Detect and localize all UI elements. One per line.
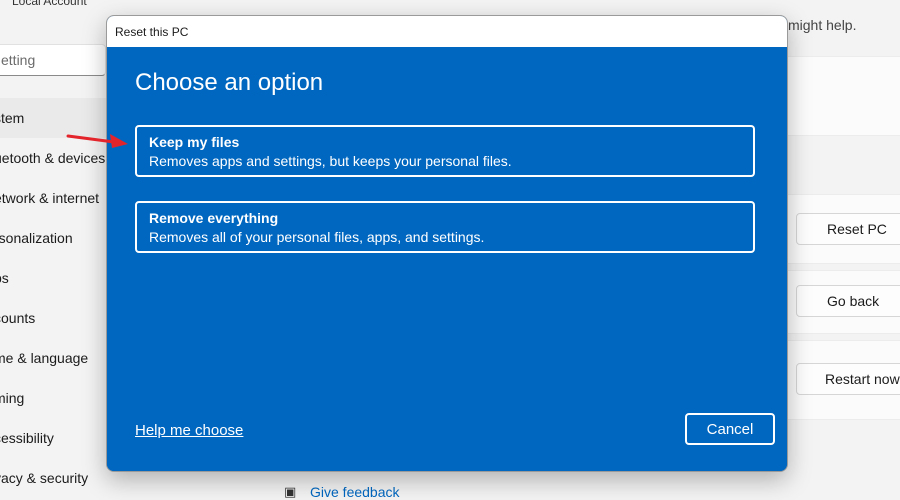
option-title: Remove everything	[149, 210, 279, 226]
nav-item-accounts[interactable]: counts	[0, 298, 110, 338]
dialog-heading: Choose an option	[135, 69, 324, 96]
nav-item-network[interactable]: etwork & internet	[0, 178, 110, 218]
give-feedback-link[interactable]: ▣ Give feedback	[284, 484, 400, 500]
dialog-title: Reset this PC	[115, 24, 189, 39]
restart-now-button[interactable]: Restart now	[796, 363, 900, 395]
nav-item-gaming[interactable]: ming	[0, 378, 110, 418]
keep-my-files-option[interactable]: Keep my files Removes apps and settings,…	[135, 125, 755, 177]
reset-pc-button[interactable]: Reset PC	[796, 213, 900, 245]
go-back-button[interactable]: Go back	[796, 285, 900, 317]
settings-nav: stem uetooth & devices etwork & internet…	[0, 98, 110, 498]
give-feedback-label: Give feedback	[310, 484, 400, 500]
account-label: Local Account	[12, 0, 87, 8]
feedback-icon: ▣	[284, 484, 297, 499]
nav-item-apps[interactable]: ps	[0, 258, 110, 298]
remove-everything-option[interactable]: Remove everything Removes all of your pe…	[135, 201, 755, 253]
dialog-content: Choose an option Keep my files Removes a…	[107, 47, 787, 471]
nav-item-personalization[interactable]: rsonalization	[0, 218, 110, 258]
cancel-button[interactable]: Cancel	[685, 413, 775, 445]
nav-item-time-language[interactable]: me & language	[0, 338, 110, 378]
help-me-choose-link[interactable]: Help me choose	[135, 422, 243, 439]
reset-pc-dialog: Reset this PC Choose an option Keep my f…	[106, 15, 788, 472]
search-input[interactable]	[0, 45, 105, 75]
recovery-options-area: might help. Reset PC Go back Restart now	[780, 0, 900, 500]
annotation-arrow-icon	[66, 134, 128, 148]
dialog-titlebar: Reset this PC	[107, 16, 787, 47]
nav-item-privacy-security[interactable]: vacy & security	[0, 458, 110, 498]
nav-item-accessibility[interactable]: cessibility	[0, 418, 110, 458]
option-description: Removes apps and settings, but keeps you…	[149, 153, 512, 169]
option-title: Keep my files	[149, 134, 240, 150]
recovery-card-top	[780, 56, 900, 136]
help-text: might help.	[788, 17, 857, 33]
option-description: Removes all of your personal files, apps…	[149, 229, 485, 245]
settings-search[interactable]	[0, 44, 106, 76]
